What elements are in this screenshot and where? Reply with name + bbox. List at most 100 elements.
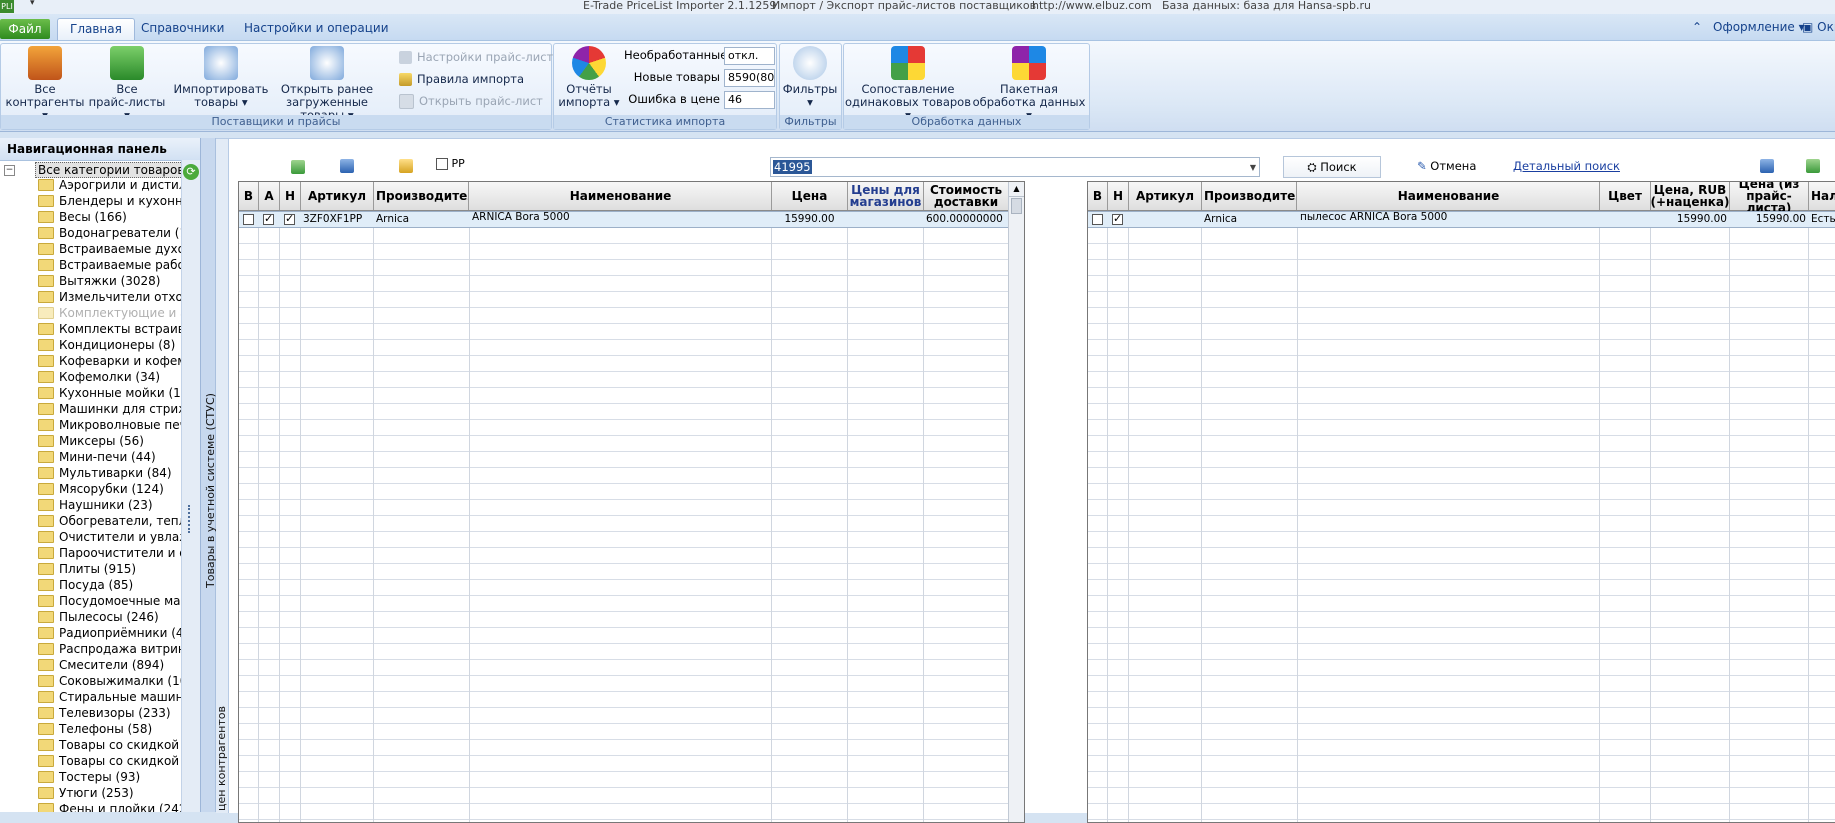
table-row[interactable]: 3ZF0XF1PP Arnica ARNICA Bora 5000 15990.… (239, 211, 1008, 228)
tree-item[interactable]: Радиоприёмники (40) (38, 625, 196, 641)
row-n-checkbox[interactable] (282, 212, 300, 227)
stus-grid-scrollbar[interactable]: ▲ (1008, 182, 1024, 822)
search-button[interactable]: ⛭ Поиск (1283, 156, 1381, 178)
row-a-checkbox[interactable] (261, 212, 279, 227)
tree-item[interactable]: Телефоны (58) (38, 721, 152, 737)
tree-item[interactable]: Товары со скидкой А (38, 753, 191, 769)
import-rules-button[interactable]: Правила импорта (399, 70, 524, 88)
tree-item[interactable]: Вытяжки (3028) (38, 273, 161, 289)
detailed-search-link[interactable]: Детальный поиск (1513, 156, 1620, 176)
tree-item[interactable]: Аэрогрили и дистиля (38, 177, 194, 193)
tree-item[interactable]: Встраиваемые рабочи (38, 257, 200, 273)
tree-item[interactable]: Наушники (23) (38, 497, 153, 513)
col-name-right[interactable]: Наименование (1298, 182, 1600, 210)
col-n[interactable]: Н (280, 182, 301, 210)
col-color[interactable]: Цвет (1600, 182, 1651, 210)
tree-item[interactable]: Кондиционеры (8) (38, 337, 175, 353)
tree-item[interactable]: Посуда (85) (38, 577, 133, 593)
col-shop-prices[interactable]: Цены для магазинов (848, 182, 924, 210)
tab-settings-operations[interactable]: Настройки и операции (232, 18, 401, 39)
col-v[interactable]: В (239, 182, 259, 210)
tree-item[interactable]: Встраиваемые духовы (38, 241, 200, 257)
tree-item[interactable]: Утюги (253) (38, 785, 134, 801)
tree-item[interactable]: Телевизоры (233) (38, 705, 171, 721)
play-grid-icon[interactable] (291, 160, 305, 174)
tree-item[interactable]: Микроволновые печи (38, 417, 195, 433)
tree-item[interactable]: Кофеварки и кофема (38, 353, 194, 369)
pricelist-settings-button[interactable]: Настройки прайс-листа (399, 48, 560, 66)
row-n-checkbox-right[interactable] (1110, 212, 1128, 227)
col-a[interactable]: А (259, 182, 280, 210)
appearance-menu[interactable]: Оформление ▾ (1713, 20, 1805, 34)
tree-collapse-icon[interactable]: − (4, 165, 15, 176)
file-menu-button[interactable]: Файл (0, 19, 50, 39)
tree-item[interactable]: Весы (166) (38, 209, 127, 225)
nav-scrollbar[interactable] (181, 160, 200, 812)
col-n-right[interactable]: Н (1108, 182, 1129, 210)
col-manufacturer-right[interactable]: Производитель (1202, 182, 1297, 210)
col-stock[interactable]: Нал (1809, 182, 1835, 210)
window-menu[interactable]: ▣ Окн (1802, 20, 1835, 34)
all-counterparties-button[interactable]: Все контрагенты ▾ (5, 46, 85, 122)
filters-button[interactable]: Фильтры ▾ (782, 46, 838, 109)
search-dropdown-icon[interactable]: ▼ (1250, 163, 1256, 172)
tree-item[interactable]: Пароочистители и от (38, 545, 194, 561)
splitter-grip[interactable] (188, 505, 193, 533)
col-price-list[interactable]: Цена (из прайс-листа) (1730, 182, 1809, 214)
tree-item[interactable]: Пылесосы (246) (38, 609, 159, 625)
tree-item[interactable]: Обогреватели, тепло (38, 513, 194, 529)
tree-root-label[interactable]: Все категории товаров (35, 162, 188, 178)
col-name[interactable]: Наименование (470, 182, 772, 210)
batch-processing-button[interactable]: Пакетная обработка данных ▾ (972, 46, 1086, 122)
import-reports-button[interactable]: Отчёты импорта ▾ (556, 46, 622, 109)
tree-item[interactable]: Кофемолки (34) (38, 369, 160, 385)
all-pricelists-button[interactable]: Все прайс-листы ▾ (87, 46, 167, 122)
col-price-markup[interactable]: Цена, RUB (+наценка) (1651, 182, 1730, 210)
tree-item[interactable]: Комплектующие и акс (38, 305, 200, 321)
col-price[interactable]: Цена (772, 182, 848, 210)
tree-item[interactable]: Плиты (915) (38, 561, 136, 577)
tree-item[interactable]: Тостеры (93) (38, 769, 140, 785)
sort-az-icon[interactable] (340, 159, 354, 173)
tree-item[interactable]: Мультиварки (84) (38, 465, 172, 481)
tree-item[interactable]: Мясорубки (124) (38, 481, 164, 497)
col-delivery-cost[interactable]: Стоимость доставки (924, 182, 1009, 210)
scroll-up-icon[interactable]: ▲ (1009, 182, 1024, 197)
tab-counterparty-prices[interactable]: цен контрагентов (215, 706, 228, 811)
tree-item[interactable]: Товары со скидкой (4 (38, 737, 195, 753)
rr-checkbox-box[interactable] (436, 158, 448, 170)
tab-references[interactable]: Справочники (129, 18, 236, 39)
tree-item[interactable]: Блендеры и кухонные (38, 193, 200, 209)
col-article[interactable]: Артикул (301, 182, 374, 210)
col-manufacturer[interactable]: Производитель (374, 182, 469, 210)
table-row[interactable]: Arnica пылесос ARNICA Bora 5000 15990.00… (1088, 211, 1835, 228)
collapse-ribbon-icon[interactable]: ⌃ (1692, 20, 1702, 34)
folder-open-icon[interactable] (399, 159, 413, 173)
tree-root[interactable]: − Все категории товаров (4, 162, 188, 178)
tree-item[interactable]: Кухонные мойки (106 (38, 385, 196, 401)
row-v-checkbox-right[interactable] (1090, 212, 1107, 227)
compare-goods-button[interactable]: Сопоставление одинаковых товаров ▾ (844, 46, 972, 122)
col-v-right[interactable]: В (1088, 182, 1108, 210)
open-loaded-goods-button[interactable]: Открыть ранее загруженные товары ▾ (263, 46, 391, 122)
row-v-checkbox[interactable] (241, 212, 258, 227)
tree-item[interactable]: Машинки для стрижк (38, 401, 196, 417)
col-article-right[interactable]: Артикул (1129, 182, 1202, 210)
scroll-thumb[interactable] (1011, 198, 1022, 214)
search-input[interactable]: 41995 ▼ (770, 157, 1260, 177)
tree-item[interactable]: Водонагреватели (13 (38, 225, 195, 241)
sort-az-right-icon[interactable] (1760, 159, 1774, 173)
quick-access-dropdown-icon[interactable]: ▾ (30, 0, 35, 8)
app-icon[interactable]: PLI (0, 0, 14, 13)
tree-item[interactable]: Соковыжималки (105 (38, 673, 195, 689)
cancel-button[interactable]: ✎ Отмена (1417, 156, 1476, 176)
tree-item[interactable]: Посудомоечные маши (38, 593, 199, 609)
tree-item[interactable]: Очистители и увлажн (38, 529, 198, 545)
refresh-icon[interactable]: ⟳ (183, 164, 199, 180)
tree-item[interactable]: Комплекты встраивае (38, 321, 200, 337)
tree-item[interactable]: Стиральные машины ( (38, 689, 200, 705)
tree-item[interactable]: Фены и плойки (242) (38, 801, 191, 812)
tree-item[interactable]: Распродажа витринн (38, 641, 194, 657)
tree-item[interactable]: Смесители (894) (38, 657, 164, 673)
tab-home[interactable]: Главная (57, 18, 135, 40)
